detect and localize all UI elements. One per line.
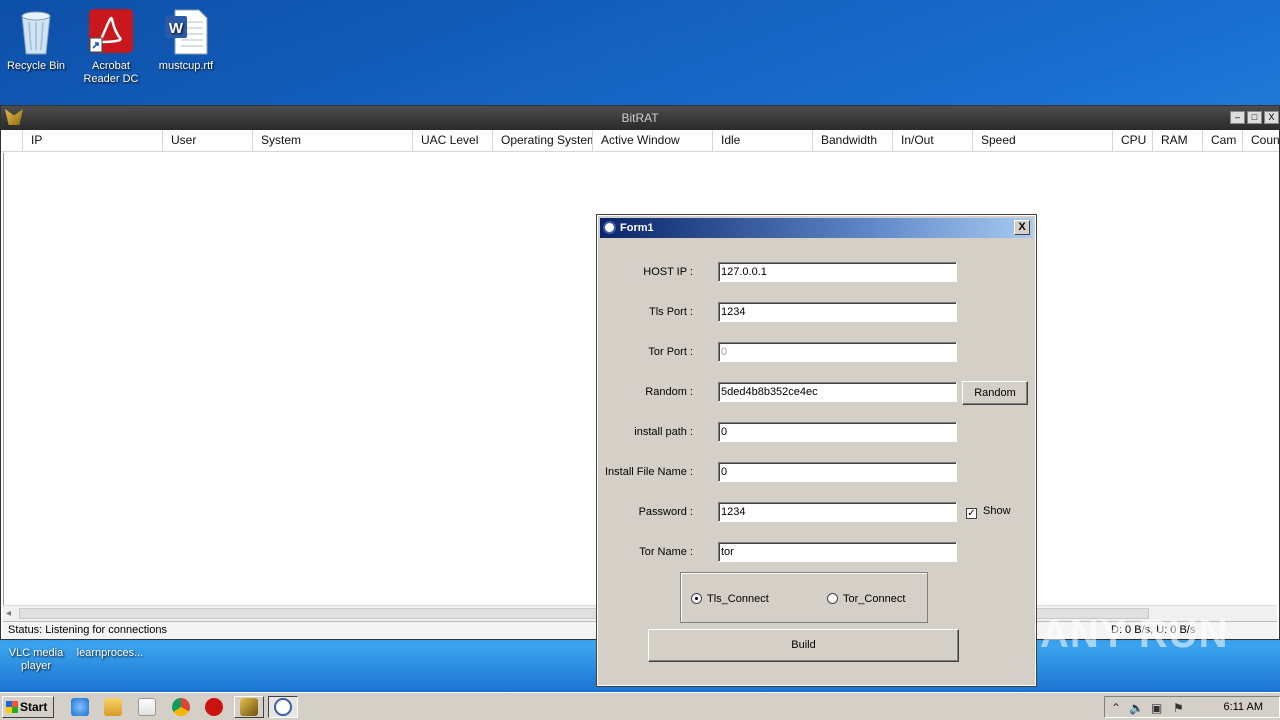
chrome-icon[interactable] bbox=[172, 698, 190, 716]
form-app-icon bbox=[274, 698, 292, 716]
column-header-uac-level[interactable]: UAC Level bbox=[413, 130, 493, 152]
desktop-item-vlc[interactable]: VLC media player bbox=[4, 647, 68, 673]
host-ip-label: HOST IP : bbox=[643, 266, 693, 278]
client-list-header: IP User System UAC Level Operating Syste… bbox=[1, 130, 1279, 152]
tor-name-input[interactable] bbox=[718, 542, 957, 562]
host-ip-input[interactable] bbox=[718, 262, 957, 282]
taskbar-form1-button[interactable] bbox=[268, 696, 298, 718]
action-center-flag-icon[interactable]: ⚑ bbox=[1173, 701, 1184, 715]
taskbar: Start ⌃ 🔈 ▣ ⚑ 6:11 AM bbox=[0, 692, 1280, 720]
clock[interactable]: 6:11 AM bbox=[1223, 701, 1263, 713]
install-file-name-label: Install File Name : bbox=[604, 466, 693, 478]
install-path-label: install path : bbox=[634, 426, 693, 438]
desktop-item-learnprocess[interactable]: learnproces... bbox=[72, 647, 148, 660]
tor-connect-label: Tor_Connect bbox=[843, 593, 906, 605]
tls-connect-label: Tls_Connect bbox=[707, 593, 769, 605]
tor-name-row: Tor Name : bbox=[598, 542, 1035, 562]
tor-name-label: Tor Name : bbox=[639, 546, 693, 558]
maximize-button[interactable]: □ bbox=[1247, 111, 1262, 124]
volume-icon[interactable]: 🔈 bbox=[1129, 701, 1144, 715]
tor-connect-radio[interactable]: Tor_Connect bbox=[827, 593, 905, 605]
show-hidden-icons-icon[interactable]: ⌃ bbox=[1111, 701, 1121, 715]
close-button[interactable]: X bbox=[1014, 220, 1030, 235]
desktop-icon-mustcup[interactable]: W mustcup.rtf bbox=[151, 8, 221, 73]
install-file-name-input[interactable] bbox=[718, 462, 957, 482]
column-header-cam[interactable]: Cam bbox=[1203, 130, 1243, 152]
status-text: Status: Listening for connections bbox=[8, 624, 167, 636]
show-label: Show bbox=[983, 505, 1011, 517]
anyrun-watermark: ANY RUN bbox=[1040, 612, 1229, 656]
column-header-speed[interactable]: Speed bbox=[973, 130, 1113, 152]
password-input[interactable] bbox=[718, 502, 957, 522]
column-header-user[interactable]: User bbox=[163, 130, 253, 152]
tor-port-label: Tor Port : bbox=[648, 346, 693, 358]
random-button[interactable]: Random bbox=[962, 381, 1028, 405]
install-file-name-row: Install File Name : bbox=[598, 462, 1035, 482]
recycle-bin-icon bbox=[13, 8, 59, 56]
tls-port-row: Tls Port : bbox=[598, 302, 1035, 322]
connection-type-group: Tls_Connect Tor_Connect bbox=[680, 572, 928, 623]
desktop-icon-label: mustcup.rtf bbox=[158, 60, 214, 72]
form1-title-bar[interactable]: Form1 X bbox=[600, 218, 1033, 238]
tor-port-input bbox=[718, 342, 957, 362]
checkmark-icon: ✓ bbox=[966, 508, 977, 519]
column-header-in-out[interactable]: In/Out bbox=[893, 130, 973, 152]
system-tray: ⌃ 🔈 ▣ ⚑ 6:11 AM bbox=[1104, 696, 1280, 718]
file-explorer-icon[interactable] bbox=[104, 698, 122, 716]
random-label: Random : bbox=[645, 386, 693, 398]
column-header-count[interactable]: Count bbox=[1243, 130, 1279, 152]
bitrat-title-bar[interactable]: BitRAT – □ X bbox=[1, 106, 1279, 130]
tls-port-input[interactable] bbox=[718, 302, 957, 322]
network-icon[interactable]: ▣ bbox=[1151, 701, 1162, 715]
install-path-input[interactable] bbox=[718, 422, 957, 442]
column-header-system[interactable]: System bbox=[253, 130, 413, 152]
start-label: Start bbox=[20, 700, 48, 714]
install-path-row: install path : bbox=[598, 422, 1035, 442]
tls-port-label: Tls Port : bbox=[648, 306, 693, 318]
bitrat-logo-icon bbox=[5, 109, 23, 125]
bitrat-title: BitRAT bbox=[621, 111, 659, 125]
tor-port-row: Tor Port : bbox=[598, 342, 1035, 362]
tls-connect-radio[interactable]: Tls_Connect bbox=[691, 593, 769, 605]
column-header-select[interactable] bbox=[1, 130, 23, 152]
password-label: Password : bbox=[638, 506, 693, 518]
desktop-icon-acrobat[interactable]: Acrobat Reader DC bbox=[76, 8, 146, 86]
taskbar-bitrat-button[interactable] bbox=[234, 696, 264, 718]
internet-explorer-icon[interactable] bbox=[71, 698, 89, 716]
column-header-bandwidth[interactable]: Bandwidth bbox=[813, 130, 893, 152]
host-ip-row: HOST IP : bbox=[598, 262, 1035, 282]
radio-unselected-icon bbox=[827, 593, 838, 604]
form-app-icon bbox=[603, 221, 616, 234]
desktop-icon-recycle-bin[interactable]: Recycle Bin bbox=[1, 8, 71, 73]
column-header-ip[interactable]: IP bbox=[23, 130, 163, 152]
random-input[interactable] bbox=[718, 382, 957, 402]
windows-logo-icon bbox=[6, 701, 18, 713]
desktop-icon-label: Recycle Bin bbox=[6, 60, 66, 72]
form1-dialog: Form1 X HOST IP : Tls Port : Tor Port : … bbox=[596, 214, 1037, 687]
column-header-cpu[interactable]: CPU bbox=[1113, 130, 1153, 152]
minimize-button[interactable]: – bbox=[1230, 111, 1245, 124]
show-password-checkbox[interactable]: ✓ Show bbox=[966, 505, 1011, 519]
word-document-icon: W bbox=[163, 8, 209, 56]
column-header-ram[interactable]: RAM bbox=[1153, 130, 1203, 152]
desktop-icon-label: Acrobat Reader DC bbox=[83, 60, 139, 85]
radio-selected-icon bbox=[691, 593, 702, 604]
scroll-left-icon[interactable]: ◂ bbox=[6, 608, 11, 619]
close-button[interactable]: X bbox=[1264, 111, 1279, 124]
bitrat-icon bbox=[240, 698, 258, 716]
opera-icon[interactable] bbox=[205, 698, 223, 716]
column-header-active-window[interactable]: Active Window bbox=[593, 130, 713, 152]
acrobat-icon bbox=[88, 8, 134, 56]
start-button[interactable]: Start bbox=[2, 696, 54, 718]
column-header-idle[interactable]: Idle bbox=[713, 130, 813, 152]
column-header-operating-system[interactable]: Operating System bbox=[493, 130, 593, 152]
media-player-icon[interactable] bbox=[138, 698, 156, 716]
build-button[interactable]: Build bbox=[648, 629, 959, 662]
form1-title: Form1 bbox=[620, 222, 654, 234]
svg-text:W: W bbox=[169, 20, 184, 37]
